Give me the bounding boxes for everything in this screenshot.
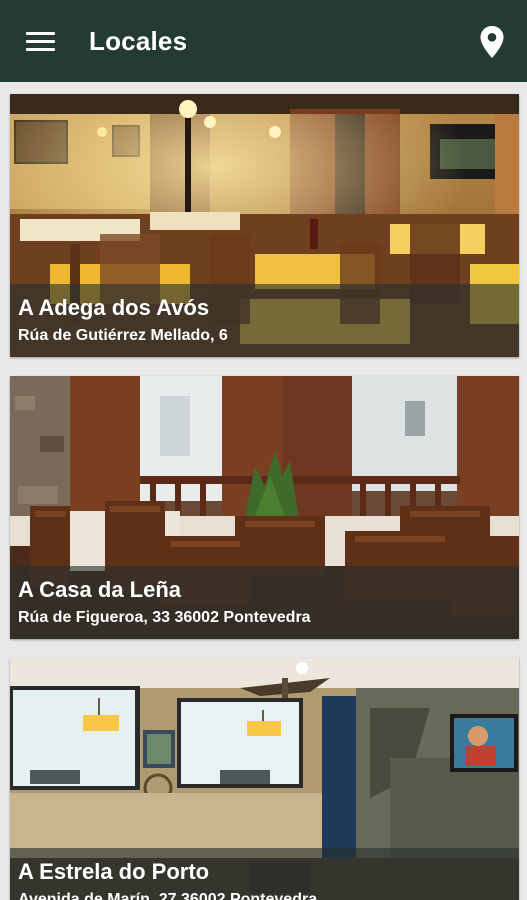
hamburger-menu-icon (26, 32, 55, 35)
restaurant-card[interactable]: A Adega dos Avós Rúa de Gutiérrez Mellad… (10, 94, 519, 357)
restaurant-card[interactable]: A Estrela do Porto Avenida de Marín, 27 … (10, 658, 519, 900)
restaurant-name: A Estrela do Porto (18, 859, 210, 884)
hamburger-menu-icon (26, 48, 55, 51)
restaurant-name: A Casa da Leña (18, 577, 182, 602)
restaurant-address: Rúa de Gutiérrez Mellado, 6 (18, 327, 228, 344)
restaurant-address: Avenida de Marín, 27 36002 Pontevedra (18, 891, 318, 900)
restaurant-list[interactable]: A Adega dos Avós Rúa de Gutiérrez Mellad… (0, 82, 527, 900)
location-button[interactable] (479, 25, 505, 59)
menu-button[interactable] (24, 28, 58, 54)
card-caption: A Casa da Leña Rúa de Figueroa, 33 36002… (10, 566, 519, 639)
card-caption: A Estrela do Porto Avenida de Marín, 27 … (10, 848, 519, 900)
app-bar: Locales (0, 0, 527, 82)
hamburger-menu-icon (26, 40, 55, 43)
restaurant-address: Rúa de Figueroa, 33 36002 Pontevedra (18, 609, 311, 626)
page-title: Locales (89, 26, 188, 56)
restaurant-card[interactable]: A Casa da Leña Rúa de Figueroa, 33 36002… (10, 376, 519, 639)
card-caption: A Adega dos Avós Rúa de Gutiérrez Mellad… (10, 284, 519, 357)
restaurant-name: A Adega dos Avós (18, 295, 210, 320)
map-marker-icon (480, 26, 504, 58)
